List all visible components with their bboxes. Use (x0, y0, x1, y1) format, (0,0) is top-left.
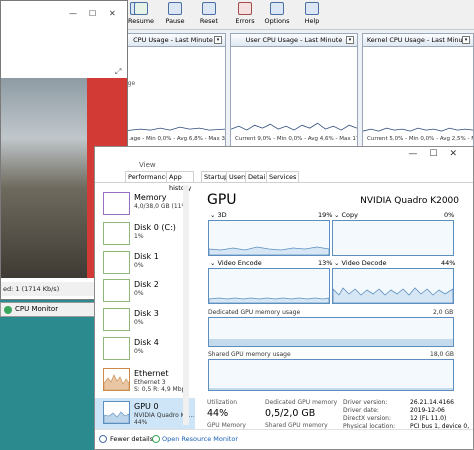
engine-video-encode-label[interactable]: ⌄ Video Encode (210, 259, 262, 267)
menu-view[interactable]: View (139, 161, 156, 169)
resource-monitor-icon (152, 435, 160, 443)
chevron-up-icon (99, 435, 107, 443)
reset-icon (202, 2, 216, 15)
sidebar-item-disk-4[interactable]: Disk 4 0% (95, 334, 195, 362)
gpu-model-name: NVIDIA Quadro K2000 (360, 196, 459, 206)
cpu-monitor-graphs: CPU Usage - Last Minute ▾ ...age - Min 0,… (120, 30, 474, 150)
pause-icon (168, 2, 182, 15)
sidebar-item-ethernet[interactable]: Ethernet Ethernet 3 S: 0,5 R: 4,9 Mbps (95, 365, 195, 397)
help-button[interactable]: Help (295, 2, 329, 29)
panel-dropdown-icon[interactable]: ▾ (214, 36, 222, 44)
user-cpu-usage-panel: User CPU Usage - Last Minute ▾ Current 9,… (230, 33, 358, 147)
restore-icon[interactable]: ⤢ (115, 67, 121, 77)
disk-0-thumbnail (103, 222, 130, 245)
minimize-icon[interactable]: — (69, 9, 77, 18)
task-manager-window: —☐✕ View Performance App history Startup… (94, 146, 474, 450)
kernel-cpu-usage-panel: Kernel CPU Usage - Last Minute ▾ Current … (362, 33, 474, 147)
task-manager-footer: Fewer details Open Resource Monitor (95, 429, 473, 449)
cpu-usage-graph (120, 47, 226, 134)
memory-thumbnail (103, 192, 130, 215)
dedicated-memory-graph (208, 317, 454, 347)
maximize-icon[interactable]: ☐ (429, 149, 449, 159)
cpu-monitor-toolbar: Resume Pause Reset Errors Options Help (120, 0, 474, 30)
dedicated-memory-label: Dedicated GPU memory usage (208, 309, 301, 316)
disk-4-thumbnail (103, 337, 130, 360)
engine-3d-label[interactable]: ⌄ 3D (210, 211, 227, 219)
engine-video-decode-graph (332, 268, 454, 304)
utilization-value: 44% (207, 408, 229, 419)
disk-1-thumbnail (103, 251, 130, 274)
close-icon[interactable]: ✕ (449, 149, 469, 159)
disk-2-thumbnail (103, 279, 130, 302)
maximize-icon[interactable]: ☐ (89, 9, 96, 18)
pause-button[interactable]: Pause (158, 2, 192, 29)
sidebar-item-gpu-0[interactable]: GPU 0 NVIDIA Quadro K2... 44% (95, 398, 195, 430)
help-icon (305, 2, 319, 15)
options-button[interactable]: Options (260, 2, 294, 29)
close-icon[interactable]: ✕ (109, 9, 116, 18)
engine-video-encode-pct: 13% (318, 259, 333, 267)
resume-button[interactable]: Resume (124, 2, 158, 29)
reset-button[interactable]: Reset (192, 2, 226, 29)
user-cpu-usage-title: User CPU Usage - Last Minute ▾ (231, 34, 357, 47)
dedicated-memory-max: 2,0 GB (433, 309, 454, 316)
panel-dropdown-icon[interactable]: ▾ (346, 36, 354, 44)
disk-3-thumbnail (103, 308, 130, 331)
ethernet-thumbnail (103, 368, 130, 391)
task-manager-window-controls: —☐✕ (408, 149, 469, 159)
user-cpu-usage-graph (230, 47, 358, 134)
engine-copy-pct: 0% (444, 211, 455, 219)
kernel-cpu-usage-title: Kernel CPU Usage - Last Minute ▾ (363, 34, 473, 47)
errors-icon (238, 2, 252, 15)
cpu-usage-title: CPU Usage - Last Minute ▾ (121, 34, 225, 47)
engine-copy-label[interactable]: ⌄ Copy (334, 211, 358, 219)
sidebar-item-disk-2[interactable]: Disk 2 0% (95, 276, 195, 304)
minimize-icon[interactable]: — (408, 149, 429, 159)
engine-video-decode-pct: 44% (441, 259, 456, 267)
gpu-heading: GPU (207, 192, 237, 208)
cpu-monitor-taskbar-item[interactable]: CPU Monitor (0, 302, 96, 317)
kernel-cpu-usage-graph (362, 47, 474, 134)
tab-separator (95, 182, 473, 183)
sidebar-item-memory[interactable]: Memory 4,0/38,0 GB (11%) (95, 189, 195, 217)
dedicated-memory-value: 0,5/2,0 GB (265, 408, 316, 419)
engine-3d-pct: 19% (318, 211, 333, 219)
play-icon (134, 2, 148, 15)
errors-button[interactable]: Errors (228, 2, 262, 29)
engine-copy-graph (332, 220, 454, 256)
shared-memory-max: 18,0 GB (430, 351, 455, 358)
open-resource-monitor-link[interactable]: Open Resource Monitor (162, 430, 238, 448)
gpu-thumbnail (103, 401, 130, 424)
engine-3d-graph (208, 220, 330, 256)
cpu-monitor-app-icon (4, 306, 12, 314)
options-icon (270, 2, 284, 15)
cpu-usage-panel: CPU Usage - Last Minute ▾ ...age - Min 0,… (120, 33, 226, 147)
shared-memory-label: Shared GPU memory usage (208, 351, 291, 358)
fewer-details-link[interactable]: Fewer details (110, 430, 153, 448)
shared-memory-graph (208, 359, 454, 391)
sidebar-item-disk-0[interactable]: Disk 0 (C:) 1% (95, 219, 195, 247)
engine-video-encode-graph (208, 268, 330, 304)
video-window-titlebar: — ☐ ✕ (1, 1, 127, 25)
panel-dropdown-icon[interactable]: ▾ (462, 36, 470, 44)
engine-video-decode-label[interactable]: ⌄ Video Decode (334, 259, 386, 267)
sidebar-item-disk-1[interactable]: Disk 1 0% (95, 248, 195, 276)
sidebar-item-disk-3[interactable]: Disk 3 0% (95, 305, 195, 333)
sidebar-scrollbar[interactable] (183, 185, 189, 425)
